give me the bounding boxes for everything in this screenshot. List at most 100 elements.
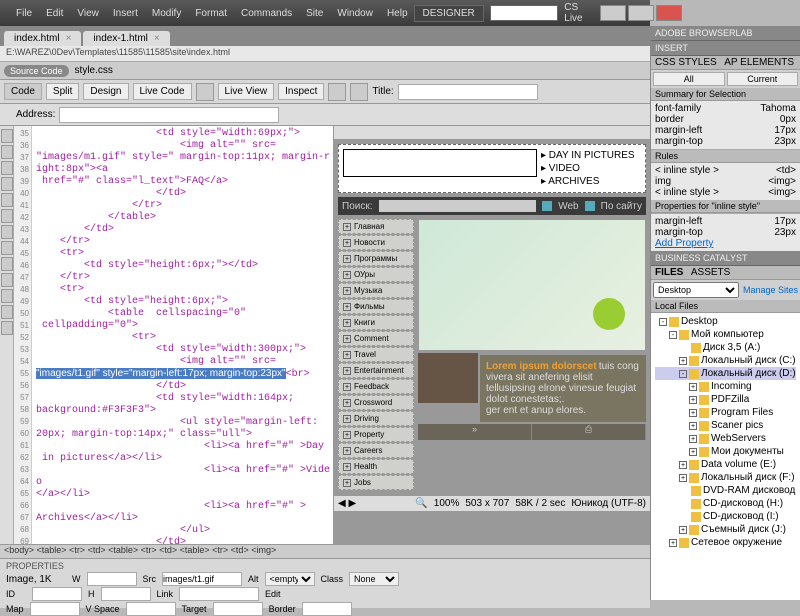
close-button[interactable] bbox=[656, 5, 682, 21]
tree-node[interactable]: +Scaner pics bbox=[655, 419, 796, 432]
radio-icon[interactable] bbox=[585, 201, 595, 211]
tree-node[interactable]: -Desktop bbox=[655, 315, 796, 328]
tree-node[interactable]: +Incoming bbox=[655, 380, 796, 393]
liveview-button[interactable]: Live View bbox=[218, 83, 275, 100]
tab-all[interactable]: All bbox=[653, 72, 725, 86]
tab-current[interactable]: Current bbox=[727, 72, 799, 86]
gutter-icon[interactable] bbox=[1, 225, 13, 239]
tree-node[interactable]: CD-дисковод (H:) bbox=[655, 497, 796, 510]
gutter-icon[interactable] bbox=[1, 161, 13, 175]
menu-modify[interactable]: Modify bbox=[146, 6, 187, 21]
tree-node[interactable]: DVD-RAM дисковод bbox=[655, 484, 796, 497]
toolbar-icon[interactable] bbox=[350, 83, 368, 101]
nav-item[interactable]: +Comment bbox=[338, 331, 414, 346]
tree-node[interactable]: +PDFZilla bbox=[655, 393, 796, 406]
code-editor[interactable]: 3536373839404142434445464748495051525354… bbox=[14, 126, 334, 544]
map-input[interactable] bbox=[30, 602, 80, 616]
livecode-button[interactable]: Live Code bbox=[133, 83, 192, 100]
link-input[interactable] bbox=[179, 587, 259, 601]
nav-item[interactable]: +Книги bbox=[338, 315, 414, 330]
tree-node[interactable]: +WebServers bbox=[655, 432, 796, 445]
tree-node[interactable]: +Data volume (E:) bbox=[655, 458, 796, 471]
tree-node[interactable]: +Локальный диск (C:) bbox=[655, 354, 796, 367]
code-view-button[interactable]: Code bbox=[4, 83, 42, 100]
rules-list[interactable]: < inline style ><td>img<img>< inline sty… bbox=[651, 163, 800, 200]
gutter-icon[interactable] bbox=[1, 129, 13, 143]
propsfor-list[interactable]: margin-left17pxmargin-top23pxAdd Propert… bbox=[651, 213, 800, 251]
tree-node[interactable]: -Локальный диск (D:) bbox=[655, 367, 796, 380]
src-input[interactable] bbox=[162, 572, 242, 586]
menu-help[interactable]: Help bbox=[381, 6, 414, 21]
toolbar-icon[interactable] bbox=[328, 83, 346, 101]
gutter-icon[interactable] bbox=[1, 177, 13, 191]
gutter-icon[interactable] bbox=[1, 209, 13, 223]
id-input[interactable] bbox=[32, 587, 82, 601]
inspect-button[interactable]: Inspect bbox=[278, 83, 324, 100]
height-input[interactable] bbox=[101, 587, 151, 601]
summary-list[interactable]: font-familyTahomaborder0pxmargin-left17p… bbox=[651, 101, 800, 150]
workspace-switcher[interactable]: DESIGNER bbox=[414, 5, 484, 22]
zoom-value[interactable]: 100% bbox=[434, 498, 460, 509]
menu-edit[interactable]: Edit bbox=[40, 6, 69, 21]
nav-item[interactable]: +Feedback bbox=[338, 379, 414, 394]
border-input[interactable] bbox=[302, 602, 352, 616]
panel-insert[interactable]: INSERT bbox=[651, 41, 800, 56]
toolbar-icon[interactable] bbox=[196, 83, 214, 101]
panel-bc[interactable]: BUSINESS CATALYST bbox=[651, 251, 800, 266]
close-icon[interactable]: × bbox=[154, 33, 160, 44]
link[interactable]: ▸ ARCHIVES bbox=[541, 175, 641, 188]
vspace-input[interactable] bbox=[126, 602, 176, 616]
btn[interactable]: ⎙ bbox=[532, 424, 646, 440]
tree-node[interactable]: +Сетевое окружение bbox=[655, 536, 796, 549]
menu-view[interactable]: View bbox=[71, 6, 105, 21]
gutter-icon[interactable] bbox=[1, 273, 13, 287]
gutter-icon[interactable] bbox=[1, 321, 13, 335]
nav-item[interactable]: +Travel bbox=[338, 347, 414, 362]
nav-item[interactable]: +Фильмы bbox=[338, 299, 414, 314]
menu-format[interactable]: Format bbox=[189, 6, 233, 21]
btn[interactable]: » bbox=[418, 424, 532, 440]
gutter-icon[interactable] bbox=[1, 145, 13, 159]
panel-files[interactable]: FILES ASSETS bbox=[651, 266, 800, 280]
nav-item[interactable]: +Property bbox=[338, 427, 414, 442]
tree-node[interactable]: Диск 3,5 (A:) bbox=[655, 341, 796, 354]
zoom-icon[interactable]: 🔍 bbox=[415, 498, 427, 509]
design-view-button[interactable]: Design bbox=[83, 83, 128, 100]
width-input[interactable] bbox=[87, 572, 137, 586]
class-select[interactable]: None bbox=[349, 572, 399, 586]
source-code-button[interactable]: Source Code bbox=[4, 65, 69, 77]
gutter-icon[interactable] bbox=[1, 241, 13, 255]
maximize-button[interactable] bbox=[628, 5, 654, 21]
tag-selector[interactable]: <body> <table> <tr> <td> <table> <tr> <t… bbox=[0, 544, 650, 558]
nav-item[interactable]: +Driving bbox=[338, 411, 414, 426]
file-tree[interactable]: -Desktop-Мой компьютерДиск 3,5 (A:)+Лока… bbox=[651, 313, 800, 600]
minimize-button[interactable] bbox=[600, 5, 626, 21]
gutter-icon[interactable] bbox=[1, 257, 13, 271]
gutter-icon[interactable] bbox=[1, 289, 13, 303]
menu-insert[interactable]: Insert bbox=[107, 6, 144, 21]
gutter-icon[interactable] bbox=[1, 305, 13, 319]
nav-item[interactable]: +ОУры bbox=[338, 267, 414, 282]
tree-node[interactable]: +Мои документы bbox=[655, 445, 796, 458]
link[interactable]: ▸ VIDEO bbox=[541, 162, 641, 175]
nav-item[interactable]: +Музыка bbox=[338, 283, 414, 298]
tab-index[interactable]: index.html× bbox=[4, 31, 81, 46]
radio-icon[interactable] bbox=[542, 201, 552, 211]
menu-file[interactable]: File bbox=[10, 6, 38, 21]
search-input[interactable] bbox=[490, 5, 559, 21]
tree-node[interactable]: +Съемный диск (J:) bbox=[655, 523, 796, 536]
tree-node[interactable]: CD-дисковод (I:) bbox=[655, 510, 796, 523]
nav-item[interactable]: +Entertainment bbox=[338, 363, 414, 378]
tree-node[interactable]: +Program Files bbox=[655, 406, 796, 419]
tab-index1[interactable]: index-1.html× bbox=[83, 31, 169, 46]
close-icon[interactable]: × bbox=[66, 33, 72, 44]
address-input[interactable] bbox=[59, 107, 279, 123]
title-input[interactable] bbox=[398, 84, 538, 100]
tree-node[interactable]: +Локальный диск (F:) bbox=[655, 471, 796, 484]
menu-window[interactable]: Window bbox=[331, 6, 379, 21]
alt-select[interactable]: <empty> bbox=[265, 572, 315, 586]
nav-item[interactable]: +Jobs bbox=[338, 475, 414, 490]
site-select[interactable]: Desktop bbox=[653, 282, 739, 298]
target-input[interactable] bbox=[213, 602, 263, 616]
link[interactable]: ▸ DAY IN PICTURES bbox=[541, 149, 641, 162]
